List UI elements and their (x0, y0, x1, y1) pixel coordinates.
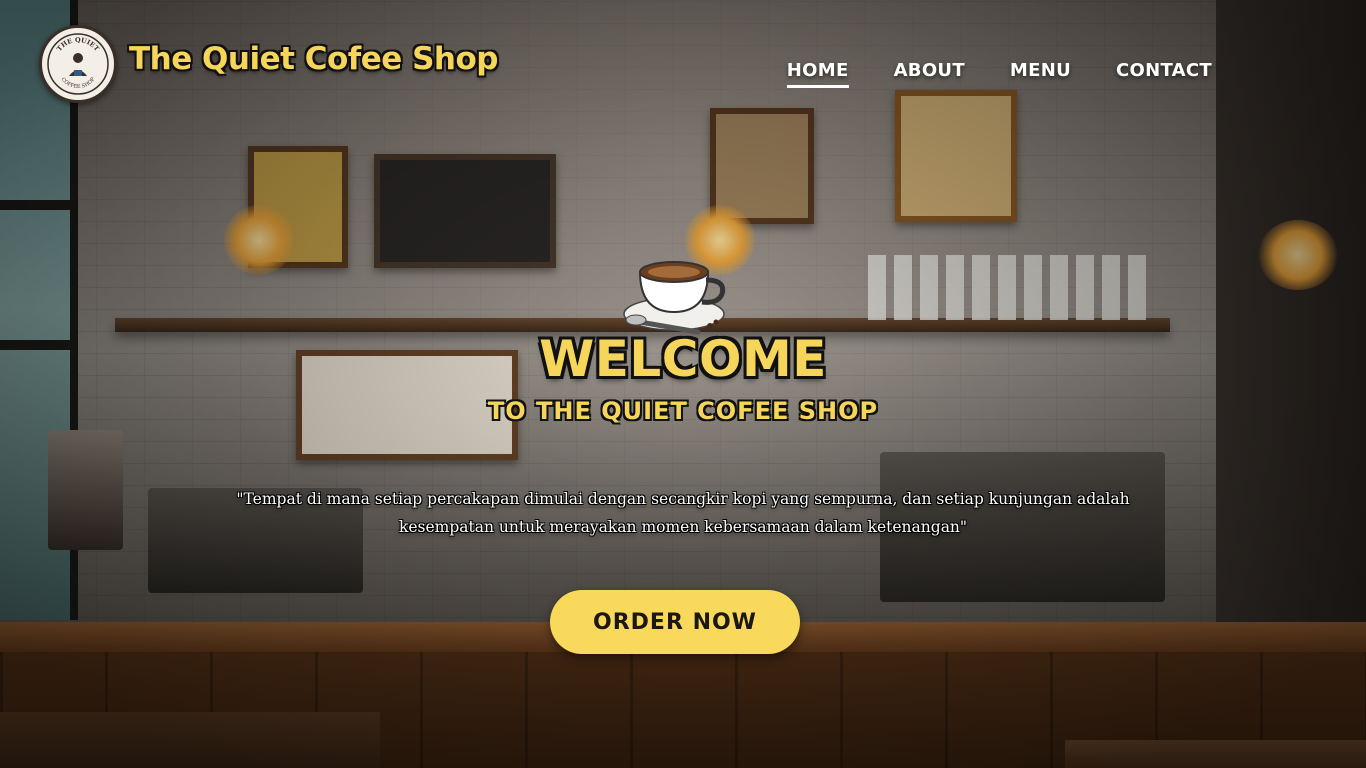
logo-icon: THE QUIET COFFEE SHOP (47, 33, 109, 95)
logo-text-bottom: COFFEE SHOP (60, 76, 97, 90)
nav-about[interactable]: ABOUT (894, 60, 965, 88)
brand[interactable]: THE QUIET COFFEE SHOP The Quiet Cofee Sh… (39, 25, 498, 103)
coffee-shop-badge-logo[interactable]: THE QUIET COFFEE SHOP (39, 25, 117, 103)
nav-menu[interactable]: MENU (1010, 60, 1071, 88)
order-now-button[interactable]: ORDER NOW (550, 590, 800, 654)
coffee-cup-icon (623, 261, 726, 335)
hero-subtitle: TO THE QUIET COFEE SHOP (487, 397, 879, 425)
hero-title: WELCOME (539, 330, 827, 388)
main-nav: HOME ABOUT MENU CONTACT (786, 60, 1212, 88)
nav-home[interactable]: HOME (786, 60, 849, 88)
hero-quote: "Tempat di mana setiap percakapan dimula… (236, 490, 1130, 536)
svg-text:COFFEE SHOP: COFFEE SHOP (60, 76, 97, 90)
brand-name[interactable]: The Quiet Cofee Shop (129, 41, 498, 77)
nav-contact[interactable]: CONTACT (1116, 60, 1212, 88)
